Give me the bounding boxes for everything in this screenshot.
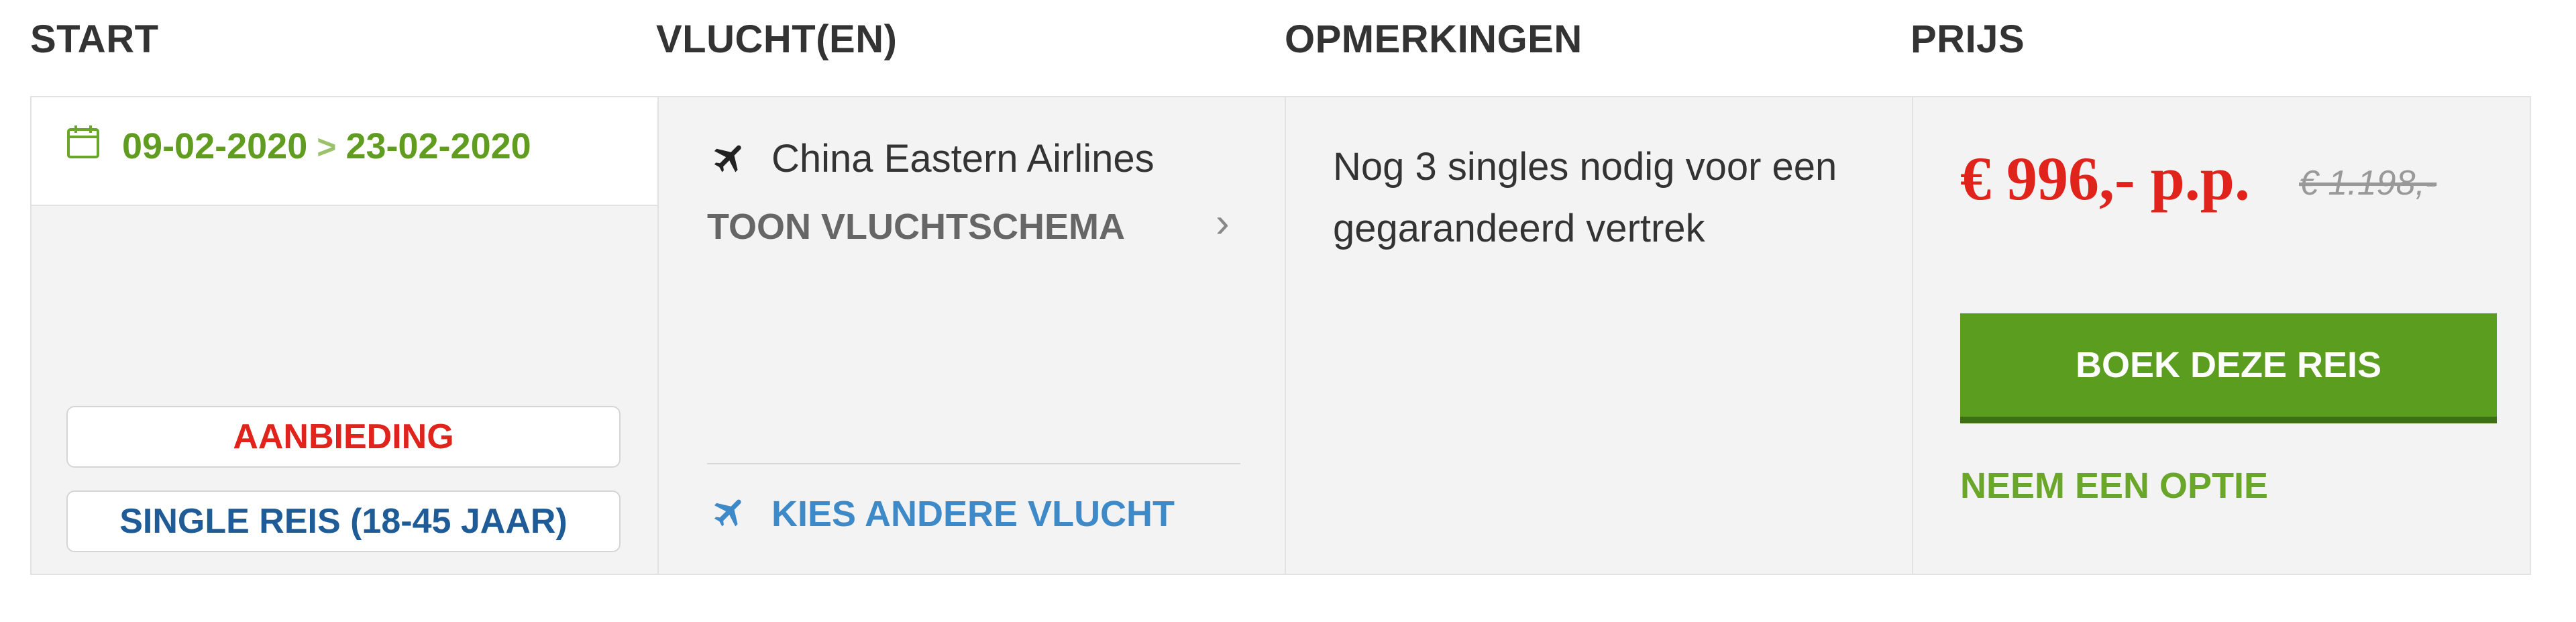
trip-row: 09-02-2020 >23-02-2020 AANBIEDING SINGLE … — [30, 96, 2531, 575]
header-price: PRIJS — [1911, 17, 2025, 61]
table-header: START VLUCHT(EN) OPMERKINGEN PRIJS — [0, 0, 2576, 94]
book-trip-button[interactable]: BOEK DEZE REIS — [1960, 313, 2497, 423]
header-remarks: OPMERKINGEN — [1285, 17, 1582, 61]
choose-other-flight-link[interactable]: KIES ANDERE VLUCHT — [771, 493, 1175, 535]
date-range: 09-02-2020 >23-02-2020 — [32, 97, 657, 206]
date-separator: > — [317, 128, 337, 166]
take-option-link[interactable]: NEEM EEN OPTIE — [1960, 465, 2268, 507]
header-flights: VLUCHT(EN) — [656, 17, 898, 61]
header-start: START — [30, 17, 159, 61]
offer-badge: AANBIEDING — [66, 406, 621, 468]
date-to: 23-02-2020 — [345, 126, 531, 166]
dates-text: 09-02-2020 >23-02-2020 — [122, 125, 531, 167]
remarks-column: Nog 3 singles nodig voor een gegarandeer… — [1286, 97, 1913, 574]
show-flight-schedule-link[interactable]: TOON VLUCHTSCHEMA — [707, 206, 1125, 248]
old-price: € 1.198,- — [2299, 164, 2437, 203]
single-trip-badge: SINGLE REIS (18-45 JAAR) — [66, 490, 621, 552]
divider — [707, 463, 1240, 464]
flights-column: China Eastern Airlines TOON VLUCHTSCHEMA… — [659, 97, 1286, 574]
calendar-icon — [67, 125, 99, 158]
start-column: 09-02-2020 >23-02-2020 AANBIEDING SINGLE … — [32, 97, 659, 574]
airline-name: China Eastern Airlines — [771, 137, 1155, 180]
plane-icon[interactable] — [711, 493, 749, 531]
price-column: € 996,- p.p. € 1.198,- BOEK DEZE REIS NE… — [1913, 97, 2531, 574]
chevron-right-icon[interactable]: › — [1216, 199, 1230, 247]
date-from: 09-02-2020 — [122, 126, 308, 166]
remark-text: Nog 3 singles nodig voor een gegarandeer… — [1333, 145, 1837, 250]
plane-icon — [714, 145, 741, 172]
current-price: € 996,- p.p. — [1960, 144, 2250, 213]
